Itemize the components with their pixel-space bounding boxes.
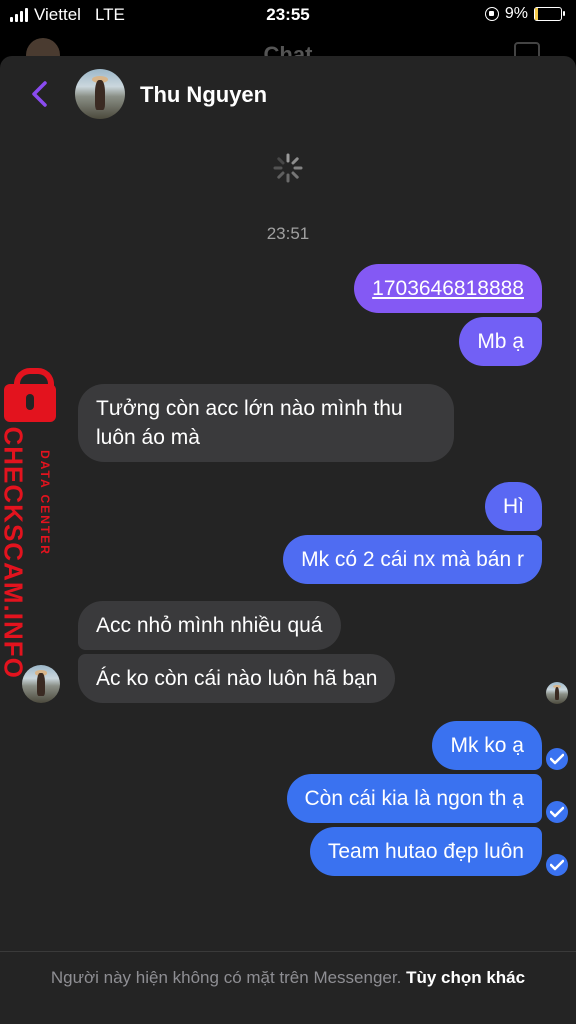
status-bar: Viettel LTE 23:55 9%	[0, 0, 576, 32]
unavailable-notice: Người này hiện không có mặt trên Messeng…	[50, 968, 402, 987]
delivered-check-icon	[546, 854, 568, 876]
watermark-title: CHECKSCAM.INFO	[0, 426, 29, 679]
delivered-check-icon	[546, 748, 568, 770]
chevron-left-icon	[32, 81, 47, 107]
incoming-message[interactable]: Ác ko còn cái nào luôn hã bạn	[78, 654, 396, 703]
outgoing-message[interactable]: Mk có 2 cái nx mà bán r	[283, 535, 542, 584]
message-line: luôn áo mà	[96, 426, 200, 449]
checkscam-watermark: DATA CENTER CHECKSCAM.INFO	[0, 366, 70, 679]
message-link[interactable]: 1703646818888	[372, 277, 524, 300]
status-right: 9%	[484, 5, 565, 23]
battery-percent: 9%	[504, 5, 528, 22]
keyhole	[26, 394, 34, 410]
incoming-message[interactable]: Tưởng còn acc lớn nào mình thu luôn áo m…	[78, 384, 454, 462]
loading-spinner-icon	[273, 153, 303, 183]
seen-avatar	[546, 682, 568, 704]
outgoing-message[interactable]: Team hutao đẹp luôn	[309, 827, 542, 876]
back-button[interactable]	[28, 80, 52, 108]
delivered-check-icon	[546, 801, 568, 823]
incoming-message[interactable]: Acc nhỏ mình nhiều quá	[78, 601, 341, 650]
contact-name[interactable]: Thu Nguyen	[140, 82, 267, 108]
more-options-link[interactable]: Tùy chọn khác	[406, 968, 525, 987]
battery-icon	[534, 7, 565, 21]
outgoing-message[interactable]: Mb ạ	[459, 317, 542, 366]
message-timestamp: 23:51	[266, 224, 310, 243]
outgoing-message[interactable]: 1703646818888	[354, 264, 542, 313]
outgoing-message[interactable]: Mk ko ạ	[432, 721, 542, 770]
chat-sheet: Thu Nguyen 23:51 1703646818888 Mb ạ Tưởn…	[0, 56, 576, 1024]
message-line: Tưởng còn acc lớn nào mình thu	[96, 397, 403, 420]
chat-header: Thu Nguyen	[0, 56, 576, 136]
outgoing-message[interactable]: Còn cái kia là ngon th ạ	[286, 774, 542, 823]
footer-text: Người này hiện không có mặt trên Messeng…	[40, 966, 536, 990]
rotation-lock-icon	[484, 7, 499, 21]
outgoing-message[interactable]: Hì	[485, 482, 542, 531]
footer: Người này hiện không có mặt trên Messeng…	[0, 951, 576, 1024]
watermark-subtitle: DATA CENTER	[38, 450, 52, 556]
contact-avatar[interactable]	[75, 69, 125, 119]
